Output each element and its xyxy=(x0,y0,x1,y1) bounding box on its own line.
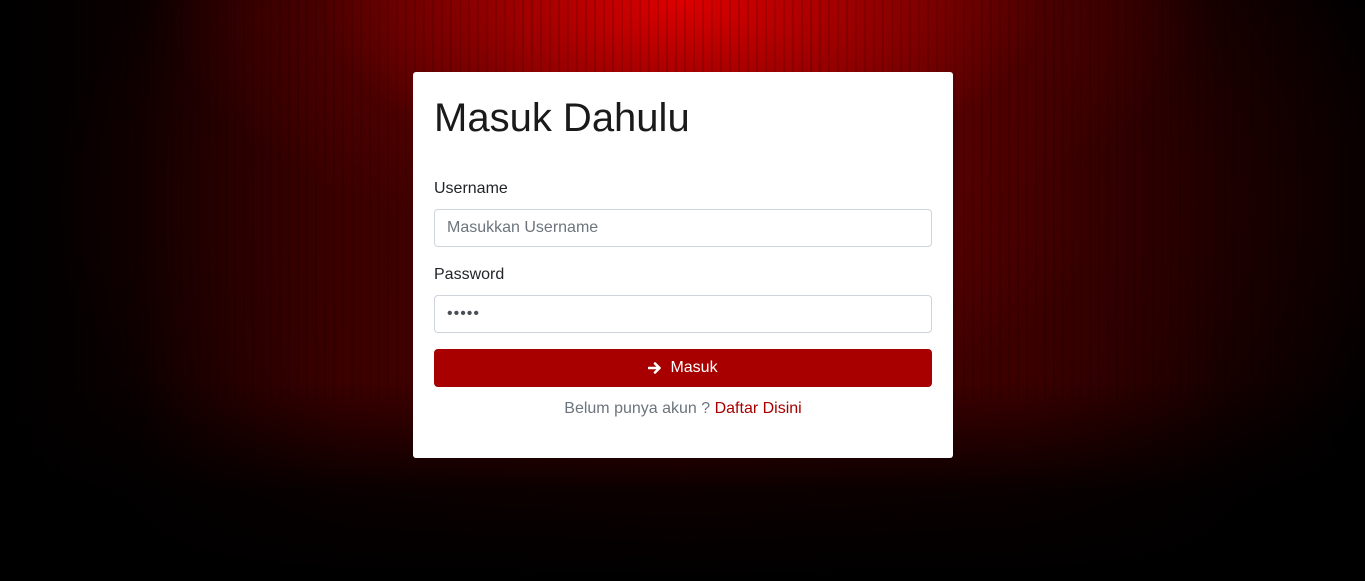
login-button[interactable]: Masuk xyxy=(434,349,932,387)
username-label: Username xyxy=(434,180,508,197)
signup-link[interactable]: Daftar Disini xyxy=(715,400,802,417)
signup-prompt: Belum punya akun ? Daftar Disini xyxy=(413,400,953,418)
login-button-label: Masuk xyxy=(670,359,718,376)
username-input[interactable] xyxy=(434,209,932,247)
arrow-right-icon xyxy=(648,361,662,375)
password-label: Password xyxy=(434,266,505,283)
page-title: Masuk Dahulu xyxy=(434,96,690,140)
signup-prompt-text: Belum punya akun ? xyxy=(564,400,711,417)
login-card: Masuk Dahulu Username Password Masuk Bel… xyxy=(413,72,953,458)
password-input[interactable] xyxy=(434,295,932,333)
